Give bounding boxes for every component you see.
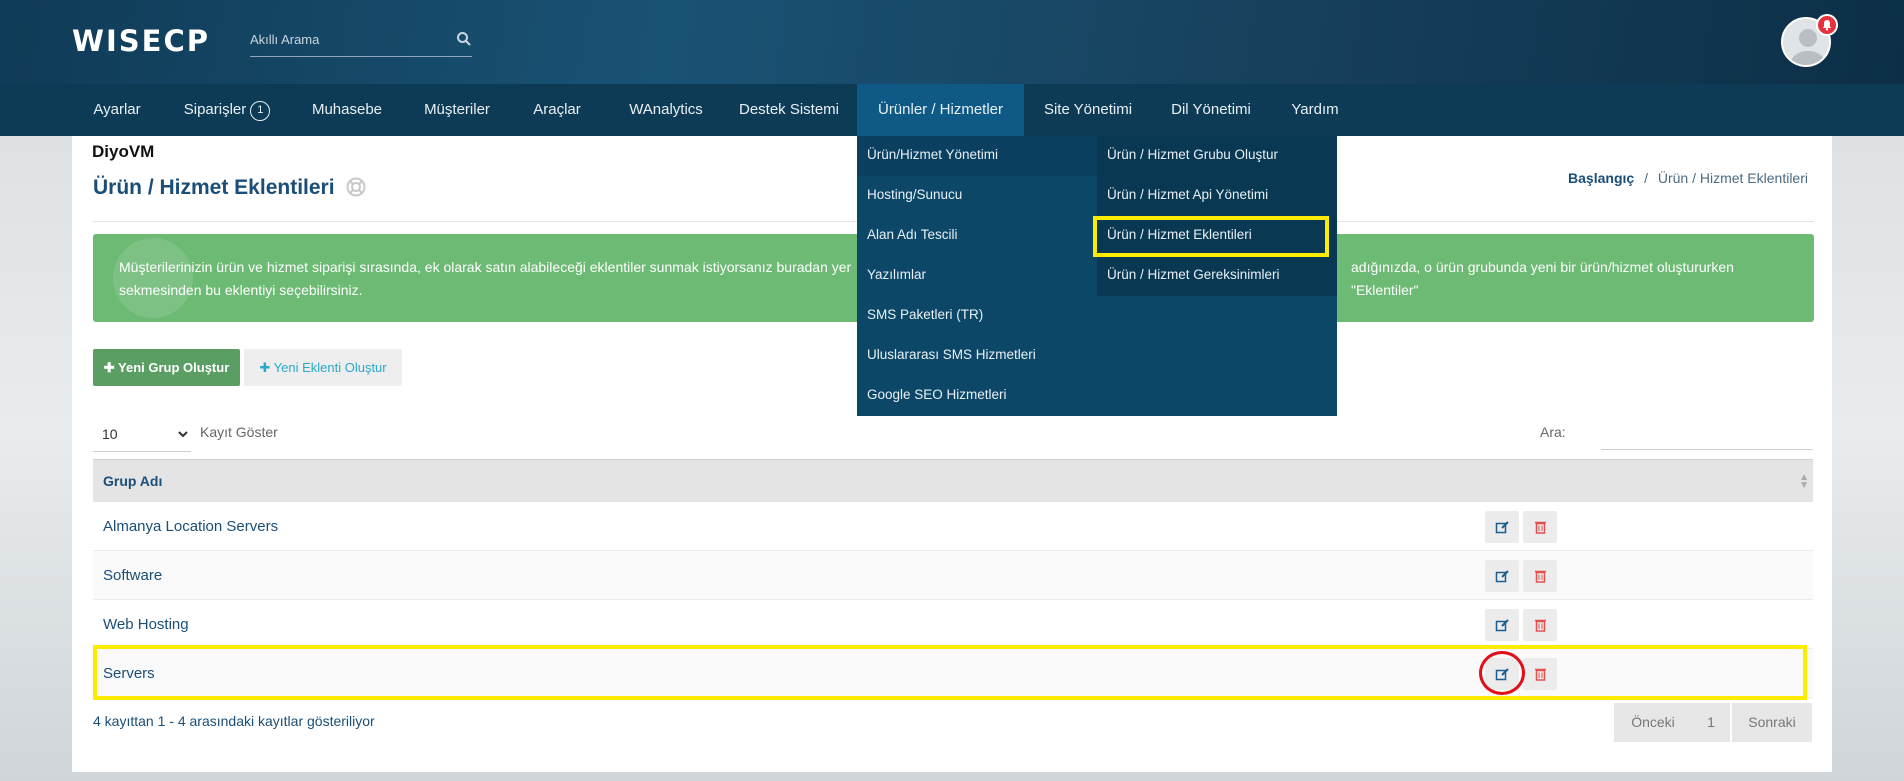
breadcrumb-home[interactable]: Başlangıç [1568,170,1634,186]
edit-icon [1495,569,1509,582]
group-name-link[interactable]: Software [103,567,162,584]
plus-icon: ✚ [103,359,119,375]
search-label: Ara: [1540,424,1566,440]
breadcrumb-separator: / [1644,170,1648,186]
delete-button[interactable] [1523,609,1557,641]
breadcrumb-current: Ürün / Hizmet Eklentileri [1657,170,1808,186]
delete-button[interactable] [1523,511,1557,543]
edit-button[interactable] [1485,560,1519,592]
page-length-select[interactable]: 10 [93,416,191,452]
search-input[interactable] [250,25,445,53]
table-row: Software [93,551,1813,600]
breadcrumb: Başlangıç / Ürün / Hizmet Eklentileri [1568,170,1808,186]
bell-icon [1822,20,1832,31]
page-title: Ürün / Hizmet Eklentileri [93,176,335,199]
menu-item-create-group[interactable]: Ürün / Hizmet Grubu Oluştur [1107,147,1278,162]
main-nav: Ayarlar Siparişler 1 Muhasebe Müşteriler … [0,84,1904,136]
nav-item-products[interactable]: Ürünler / Hizmetler [857,84,1024,136]
menu-item-api-management[interactable]: Ürün / Hizmet Api Yönetimi [1107,187,1268,202]
account-name: DiyoVM [92,142,155,161]
info-text-line1-end: adığınızda, o ürün grubunda yeni bir ürü… [1351,259,1734,298]
top-header: WISECP [0,0,1904,84]
notification-badge[interactable] [1816,14,1838,36]
orders-count-badge: 1 [250,101,271,121]
menu-item-software[interactable]: Yazılımlar [867,267,926,282]
new-group-button[interactable]: ✚ Yeni Grup Oluştur [93,349,240,386]
menu-item-sms-intl[interactable]: Uluslararası SMS Hizmetleri [867,347,1036,362]
edit-button[interactable] [1485,609,1519,641]
column-header-group-name: Grup Adı [103,473,163,489]
dropdown-right-column: Ürün / Hizmet Grubu Oluştur Ürün / Hizme… [1097,136,1337,296]
trash-icon [1534,570,1546,583]
edit-icon [1495,520,1509,533]
group-name-link[interactable]: Servers [103,665,155,682]
menu-item-seo[interactable]: Google SEO Hizmetleri [867,387,1007,402]
nav-item-orders[interactable]: Siparişler 1 [174,84,280,136]
nav-item-site-management[interactable]: Site Yönetimi [1034,84,1142,136]
nav-item-support[interactable]: Destek Sistemi [730,84,848,136]
page-length-label: Kayıt Göster [200,424,278,440]
nav-item-help[interactable]: Yardım [1272,84,1358,136]
plus-icon: ✚ [259,359,274,375]
table-row: Web Hosting [93,600,1813,649]
edit-button[interactable] [1485,658,1519,690]
trash-icon [1534,619,1546,632]
search-icon[interactable] [456,31,472,47]
trash-icon [1534,668,1546,681]
new-addon-button[interactable]: ✚ Yeni Eklenti Oluştur [244,349,402,386]
nav-item-tools[interactable]: Araçlar [522,84,592,136]
edit-button[interactable] [1485,511,1519,543]
logo[interactable]: WISECP [72,24,210,58]
group-name-link[interactable]: Almanya Location Servers [103,518,278,535]
table-search-input[interactable] [1601,416,1813,450]
products-dropdown-menu: Ürün/Hizmet Yönetimi Hosting/Sunucu Alan… [857,136,1337,416]
dropdown-left-column: Ürün/Hizmet Yönetimi Hosting/Sunucu Alan… [857,136,1097,416]
nav-item-customers[interactable]: Müşteriler [414,84,500,136]
table-row: Servers [93,649,1813,698]
menu-item-sms-tr[interactable]: SMS Paketleri (TR) [867,307,983,322]
nav-item-language[interactable]: Dil Yönetimi [1160,84,1262,136]
nav-item-wanalytics[interactable]: WAnalytics [612,84,720,136]
menu-item-requirements[interactable]: Ürün / Hizmet Gereksinimleri [1107,267,1280,282]
menu-item-hosting[interactable]: Hosting/Sunucu [867,187,962,202]
edit-icon [1495,667,1509,680]
menu-item-domain[interactable]: Alan Adı Tescili [867,227,958,242]
delete-button[interactable] [1523,658,1557,690]
menu-item-addons[interactable]: Ürün / Hizmet Eklentileri [1107,227,1252,242]
delete-button[interactable] [1523,560,1557,592]
smart-search [250,25,472,57]
menu-item-product-management[interactable]: Ürün/Hizmet Yönetimi [867,147,998,162]
table-header[interactable]: Grup Adı ▲ ▼ [93,459,1813,502]
pager-next[interactable]: Sonraki [1732,703,1812,742]
trash-icon [1534,521,1546,534]
info-text-line1: Müşterilerinizin ürün ve hizmet siparişi… [119,259,852,275]
table-row: Almanya Location Servers [93,502,1813,551]
groups-table: Grup Adı ▲ ▼ Almanya Location Servers Sof… [93,459,1813,698]
pager-page-1[interactable]: 1 [1692,703,1730,742]
nav-item-accounting[interactable]: Muhasebe [302,84,392,136]
lifebuoy-icon[interactable] [346,177,366,197]
group-name-link[interactable]: Web Hosting [103,616,189,633]
pager-prev[interactable]: Önceki [1614,703,1692,742]
sort-icon: ▲ ▼ [1799,472,1809,491]
nav-item-settings[interactable]: Ayarlar [78,84,156,136]
table-info: 4 kayıttan 1 - 4 arasındaki kayıtlar gös… [93,713,375,729]
edit-icon [1495,618,1509,631]
